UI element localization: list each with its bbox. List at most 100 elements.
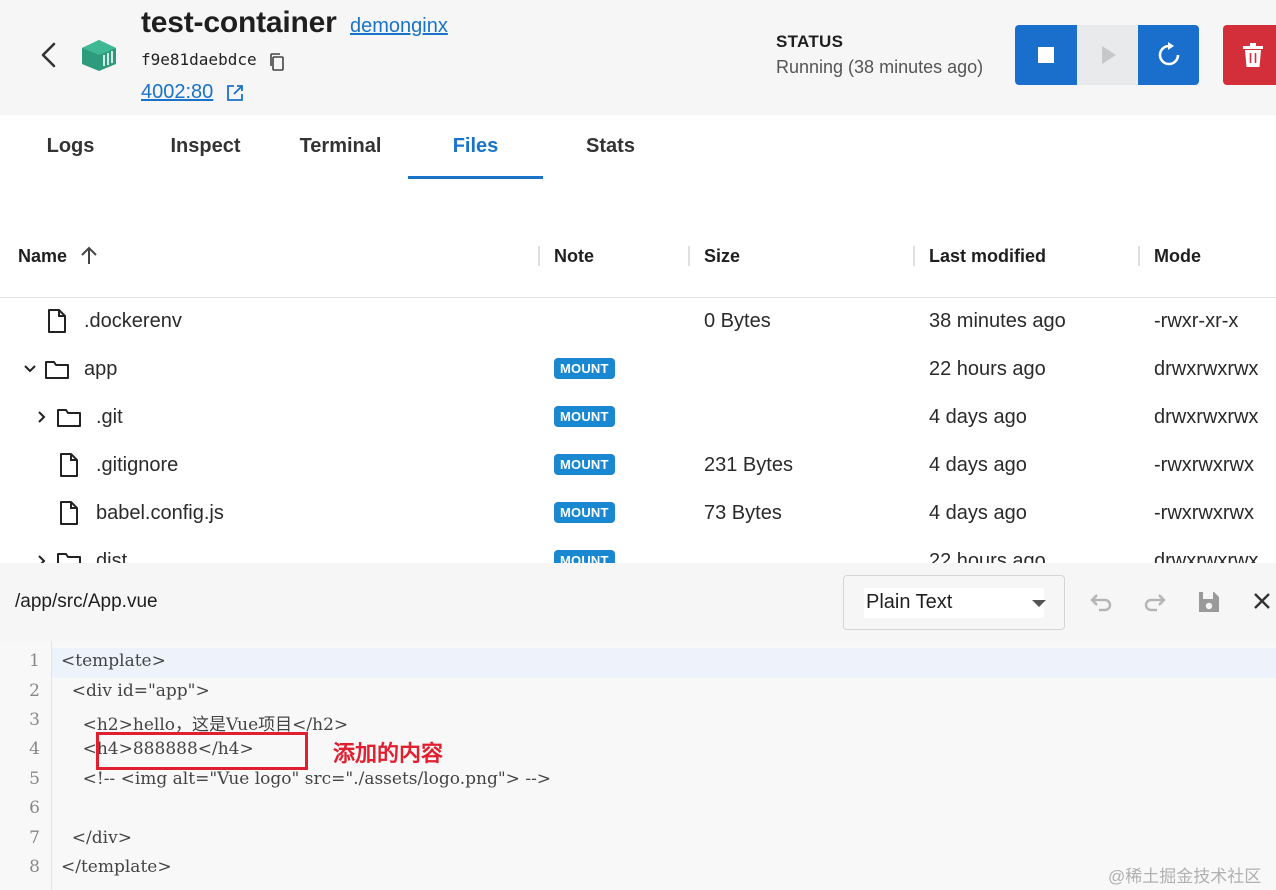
folder-icon (56, 404, 81, 430)
file-icon (57, 500, 81, 526)
column-header-mode[interactable]: Mode (1154, 246, 1201, 267)
table-row[interactable]: babel.config.js MOUNT 73 Bytes 4 days ag… (0, 490, 1276, 538)
file-name: .git (96, 406, 123, 428)
file-mode: drwxrwxrwx (1154, 550, 1259, 564)
line-number: 3 (29, 710, 40, 730)
file-mode: drwxrwxrwx (1154, 358, 1259, 380)
line-number: 1 (29, 651, 40, 671)
file-editor-panel: /app/src/App.vue Plain Text 1 2 3 4 5 6 … (0, 563, 1276, 890)
file-mode: -rwxr-xr-x (1154, 310, 1239, 332)
delete-button[interactable] (1223, 25, 1276, 85)
restart-icon (1158, 42, 1179, 66)
trash-icon (1243, 43, 1263, 67)
annotation-highlight-box (96, 732, 308, 770)
code-line: <div id="app"> (61, 681, 210, 701)
container-id: f9e81daebdce (141, 50, 257, 69)
table-row[interactable]: .dockerenv 0 Bytes 38 minutes ago -rwxr-… (0, 298, 1276, 346)
language-select-value: Plain Text (866, 591, 953, 613)
file-name: app (84, 358, 118, 380)
mount-badge: MOUNT (554, 358, 615, 379)
tab-bar: Logs Inspect Terminal Files Stats (0, 115, 1276, 180)
column-separator[interactable] (538, 246, 540, 266)
tab-stats[interactable]: Stats (543, 135, 678, 158)
container-box-icon (80, 38, 118, 72)
column-header-note[interactable]: Note (554, 246, 594, 267)
mount-badge: MOUNT (554, 550, 615, 564)
open-in-new-icon[interactable] (226, 84, 244, 102)
file-name: .gitignore (96, 454, 179, 476)
file-modified: 4 days ago (929, 502, 1027, 524)
code-line: </div> (61, 828, 132, 848)
stop-button[interactable] (1015, 25, 1077, 85)
file-name: dist (96, 550, 128, 564)
file-modified: 22 hours ago (929, 358, 1046, 380)
line-number-gutter (0, 641, 52, 890)
mount-badge: MOUNT (554, 406, 615, 427)
file-icon (57, 452, 81, 478)
tab-files[interactable]: Files (408, 135, 543, 158)
tab-logs[interactable]: Logs (3, 135, 138, 158)
start-button[interactable] (1077, 25, 1138, 85)
container-header: test-container demonginx f9e81daebdce 40… (0, 0, 1276, 115)
tab-inspect[interactable]: Inspect (138, 135, 273, 158)
table-row[interactable]: dist MOUNT 22 hours ago drwxrwxrwx (0, 538, 1276, 564)
save-icon[interactable] (1195, 588, 1223, 616)
file-modified: 4 days ago (929, 454, 1027, 476)
close-icon[interactable] (1249, 588, 1276, 616)
sort-ascending-icon[interactable] (78, 245, 100, 267)
active-tab-indicator (408, 176, 543, 179)
tab-terminal[interactable]: Terminal (273, 135, 408, 158)
active-line-highlight (0, 648, 1276, 678)
column-separator[interactable] (913, 246, 915, 266)
folder-icon (56, 548, 81, 564)
watermark: @稀土掘金技术社区 (1108, 867, 1262, 886)
column-separator[interactable] (688, 246, 690, 266)
file-name: babel.config.js (96, 502, 224, 524)
chevron-left-icon (41, 42, 56, 68)
back-button[interactable] (36, 40, 62, 70)
redo-icon[interactable] (1141, 588, 1169, 616)
port-link[interactable]: 4002:80 (141, 81, 213, 104)
line-number: 7 (29, 828, 40, 848)
status-label: STATUS (776, 32, 844, 51)
container-title: test-container (141, 6, 337, 39)
table-row[interactable]: .gitignore MOUNT 231 Bytes 4 days ago -r… (0, 442, 1276, 490)
file-icon (45, 308, 69, 334)
play-icon (1101, 46, 1116, 64)
language-select[interactable]: Plain Text (843, 575, 1065, 630)
file-modified: 38 minutes ago (929, 310, 1066, 332)
chevron-down-icon[interactable] (22, 360, 38, 378)
code-line: <template> (61, 651, 166, 671)
file-size: 231 Bytes (704, 454, 793, 476)
line-number: 4 (29, 739, 40, 759)
column-header-name[interactable]: Name (18, 246, 67, 267)
table-row[interactable]: app MOUNT 22 hours ago drwxrwxrwx (0, 346, 1276, 394)
copy-icon[interactable] (268, 52, 286, 72)
image-link[interactable]: demonginx (350, 15, 448, 38)
line-number: 5 (29, 769, 40, 789)
chevron-right-icon[interactable] (34, 408, 50, 426)
file-mode: -rwxrwxrwx (1154, 502, 1254, 524)
file-modified: 22 hours ago (929, 550, 1046, 564)
code-line: </template> (61, 857, 172, 877)
file-modified: 4 days ago (929, 406, 1027, 428)
mount-badge: MOUNT (554, 454, 615, 475)
line-number: 6 (29, 798, 40, 818)
column-separator[interactable] (1138, 246, 1140, 266)
file-mode: drwxrwxrwx (1154, 406, 1259, 428)
line-number: 2 (29, 681, 40, 701)
column-header-size[interactable]: Size (704, 246, 740, 267)
files-table-header: Name Note Size Last modified Mode (0, 232, 1276, 298)
caret-down-icon (1032, 600, 1046, 607)
file-name: .dockerenv (84, 310, 182, 332)
file-size: 0 Bytes (704, 310, 771, 332)
files-table-body: .dockerenv 0 Bytes 38 minutes ago -rwxr-… (0, 298, 1276, 564)
mount-badge: MOUNT (554, 502, 615, 523)
column-header-last-modified[interactable]: Last modified (929, 246, 1046, 267)
folder-icon (44, 356, 69, 382)
restart-button[interactable] (1138, 25, 1199, 85)
file-mode: -rwxrwxrwx (1154, 454, 1254, 476)
table-row[interactable]: .git MOUNT 4 days ago drwxrwxrwx (0, 394, 1276, 442)
file-size: 73 Bytes (704, 502, 782, 524)
undo-icon[interactable] (1087, 588, 1115, 616)
